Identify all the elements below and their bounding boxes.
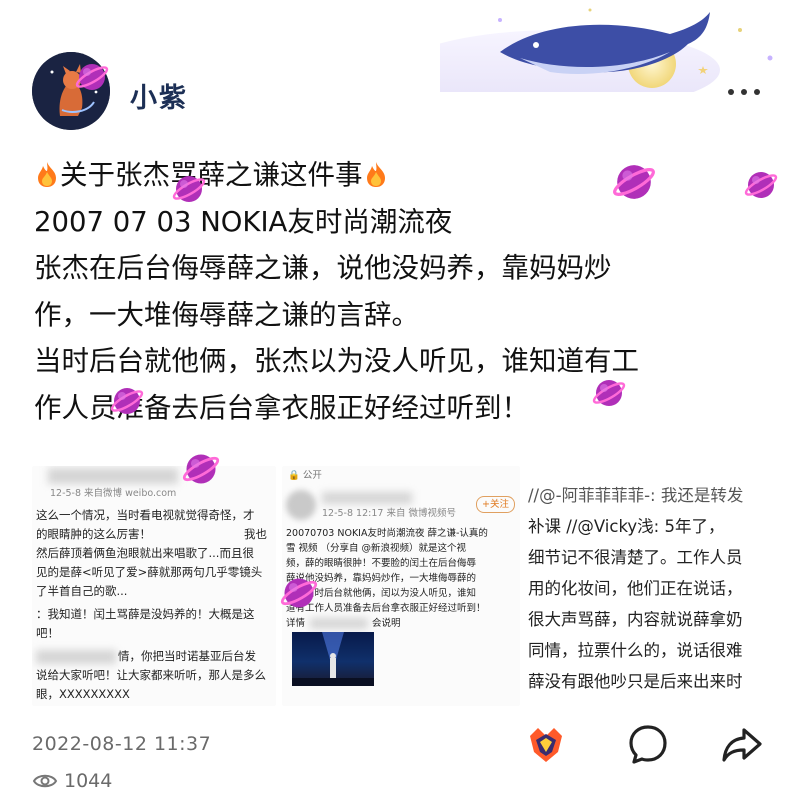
like-icon[interactable]	[524, 722, 568, 766]
planet-sticker-icon	[172, 176, 206, 202]
image1-line: ：我知道！闰土骂薛是没妈养的！大概是这	[36, 607, 255, 621]
post-line-3: 张杰在后台侮辱薛之谦，说他没妈养，靠妈妈炒	[34, 252, 612, 284]
image3-line: 细节记不很清楚了。工作人员	[528, 548, 743, 567]
image2-line: 频，薛的眼睛很肿！不要脸的闰土在后台侮辱	[286, 558, 477, 569]
view-count-value: 1044	[64, 770, 113, 792]
planet-sticker-icon	[592, 380, 626, 406]
image2-line: 雪 视频 （分享自 @新浪视频）就是这个视	[286, 543, 467, 554]
image3-line: 同情，拉票什么的，说话很难	[528, 641, 743, 660]
image2-avatar	[286, 490, 316, 520]
share-icon[interactable]	[720, 722, 764, 766]
image2-visibility: 🔒 公开	[288, 470, 322, 481]
follow-button[interactable]: +关注	[476, 496, 515, 513]
image2-line: 20070703 NOKIA友时尚潮流夜 薛之谦-认真的	[286, 528, 488, 539]
image1-line: 了半首自己的歌...	[36, 584, 128, 598]
planet-sticker-icon	[744, 172, 778, 198]
image1-line: 情，你把当时诺基亚后台发	[118, 649, 256, 663]
image2-line: 会说明	[372, 618, 401, 629]
image3-line: 薛没有跟他吵只是后来出来时	[528, 672, 743, 691]
header-whale-artwork	[440, 8, 773, 92]
image3-line: 很大声骂薛，内容就说薛拿奶	[528, 610, 743, 629]
fire-icon	[366, 162, 385, 187]
image2-line: 详情	[286, 618, 306, 629]
more-options-icon[interactable]	[724, 82, 764, 102]
post-timestamp: 2022-08-12 11:37	[32, 733, 212, 755]
image1-line: 这么一个情况，当时看电视就觉得奇怪，才	[36, 508, 255, 522]
fire-icon	[38, 162, 56, 187]
post-image-3[interactable]: //@-阿菲菲菲菲-: 我还是转发 补课 //@Vicky浅: 5年了， 细节记…	[522, 466, 770, 706]
post-line-6: 作人员准备去后台拿衣服正好经过听到！	[34, 391, 529, 424]
image1-line: 见的是薛<听见了爱>薛就那两句几乎零镜头	[36, 565, 263, 579]
post-line-2: 2007 07 03 NOKIA友时尚潮流夜	[34, 205, 453, 238]
image1-line: 眼，XXXXXXXXX	[36, 687, 130, 701]
post-image-1[interactable]: 12-5-8 来自微博 weibo.com 这么一个情况，当时看电视就觉得奇怪，…	[32, 466, 276, 706]
post-line-5: 当时后台就他俩，张杰以为没人听见，谁知道有工	[34, 345, 639, 377]
post-title-line: 关于张杰骂薛之谦这件事	[34, 152, 774, 199]
image3-line: //@-阿菲菲菲菲-: 我还是转发	[528, 486, 744, 505]
image2-meta: 12-5-8 12:17 来自 微博视频号	[322, 508, 456, 519]
image1-line: 吧！	[36, 626, 59, 640]
blurred-name	[36, 650, 116, 664]
blurred-username	[322, 492, 412, 504]
planet-sticker-icon	[613, 165, 655, 199]
planet-sticker-icon	[182, 454, 220, 484]
planet-sticker-icon	[110, 388, 144, 414]
video-thumbnail[interactable]	[292, 632, 374, 686]
image1-fragment: 我也	[244, 527, 267, 541]
blurred-username	[48, 468, 178, 484]
planet-sticker-icon	[75, 64, 109, 90]
post-line-4: 作，一大堆侮辱薛之谦的言辞。	[34, 298, 419, 331]
image3-line: 用的化妆间，他们正在说话，	[528, 579, 743, 598]
blurred-name	[310, 618, 368, 629]
image1-line: 的眼睛肿的这么厉害！	[36, 527, 151, 541]
image1-line: 然后薛顶着俩鱼泡眼就出来唱歌了...而且很	[36, 546, 254, 560]
image1-meta: 12-5-8 来自微博 weibo.com	[50, 488, 177, 499]
image3-line: 补课 //@Vicky浅: 5年了，	[528, 517, 725, 536]
comment-icon[interactable]	[626, 722, 670, 766]
eye-icon	[32, 774, 58, 788]
planet-sticker-icon	[280, 578, 318, 608]
post-body: 关于张杰骂薛之谦这件事 2007 07 03 NOKIA友时尚潮流夜 张杰在后台…	[34, 152, 774, 431]
username[interactable]: 小紫	[130, 76, 188, 115]
image1-line: 说给大家听吧！让大家都来听听，那人是多么	[36, 668, 266, 682]
view-count: 1044	[32, 770, 112, 792]
post-line-1: 关于张杰骂薛之谦这件事	[60, 159, 363, 191]
